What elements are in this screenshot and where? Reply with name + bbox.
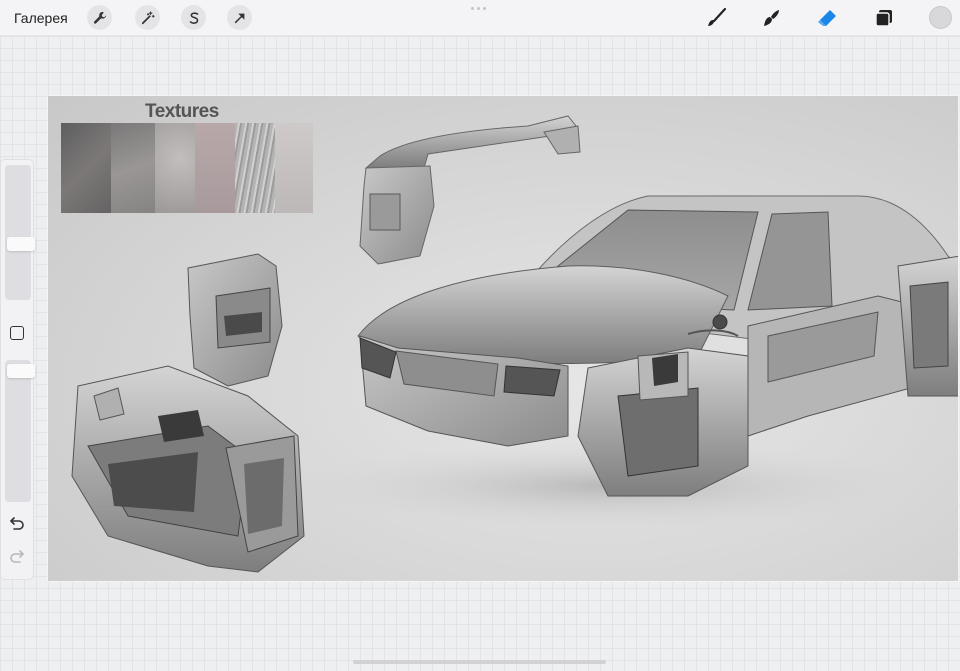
undo-icon[interactable] — [9, 515, 25, 531]
wrench-icon — [93, 11, 106, 24]
brush-size-slider-thumb[interactable] — [7, 237, 35, 251]
brush-tool-button[interactable] — [704, 6, 728, 30]
layers-icon — [875, 10, 892, 27]
opacity-slider-thumb[interactable] — [7, 364, 35, 378]
eraser-tool-button[interactable] — [815, 6, 839, 30]
toolbar-grip-handle[interactable] — [471, 7, 489, 11]
opacity-slider[interactable] — [5, 360, 35, 502]
car-concept-artwork — [71, 115, 958, 573]
redo-icon[interactable] — [9, 548, 25, 564]
modify-button[interactable] — [10, 326, 24, 340]
adjustments-button[interactable] — [135, 5, 160, 30]
selection-button[interactable] — [181, 5, 206, 30]
actions-wrench-button[interactable] — [87, 5, 112, 30]
detached-part-top — [359, 115, 581, 265]
brush-icon — [708, 7, 727, 26]
smudge-tool-button[interactable] — [759, 6, 783, 30]
brush-size-slider[interactable] — [5, 165, 35, 300]
drawing-canvas[interactable]: Textures — [47, 95, 959, 582]
home-indicator — [353, 660, 606, 664]
smudge-icon — [764, 10, 779, 26]
transform-button[interactable] — [227, 5, 252, 30]
left-sidebar — [1, 160, 35, 579]
detached-part-middle — [187, 253, 283, 387]
transform-arrow-icon — [234, 13, 244, 23]
layers-button[interactable] — [872, 6, 896, 30]
color-picker-button[interactable] — [929, 6, 952, 29]
eraser-icon — [818, 10, 836, 26]
selection-s-icon — [189, 11, 198, 24]
gallery-button[interactable]: Галерея — [14, 10, 68, 26]
top-toolbar: Галерея — [0, 0, 960, 36]
detached-part-bottom — [71, 365, 305, 573]
magic-wand-icon — [141, 10, 155, 24]
